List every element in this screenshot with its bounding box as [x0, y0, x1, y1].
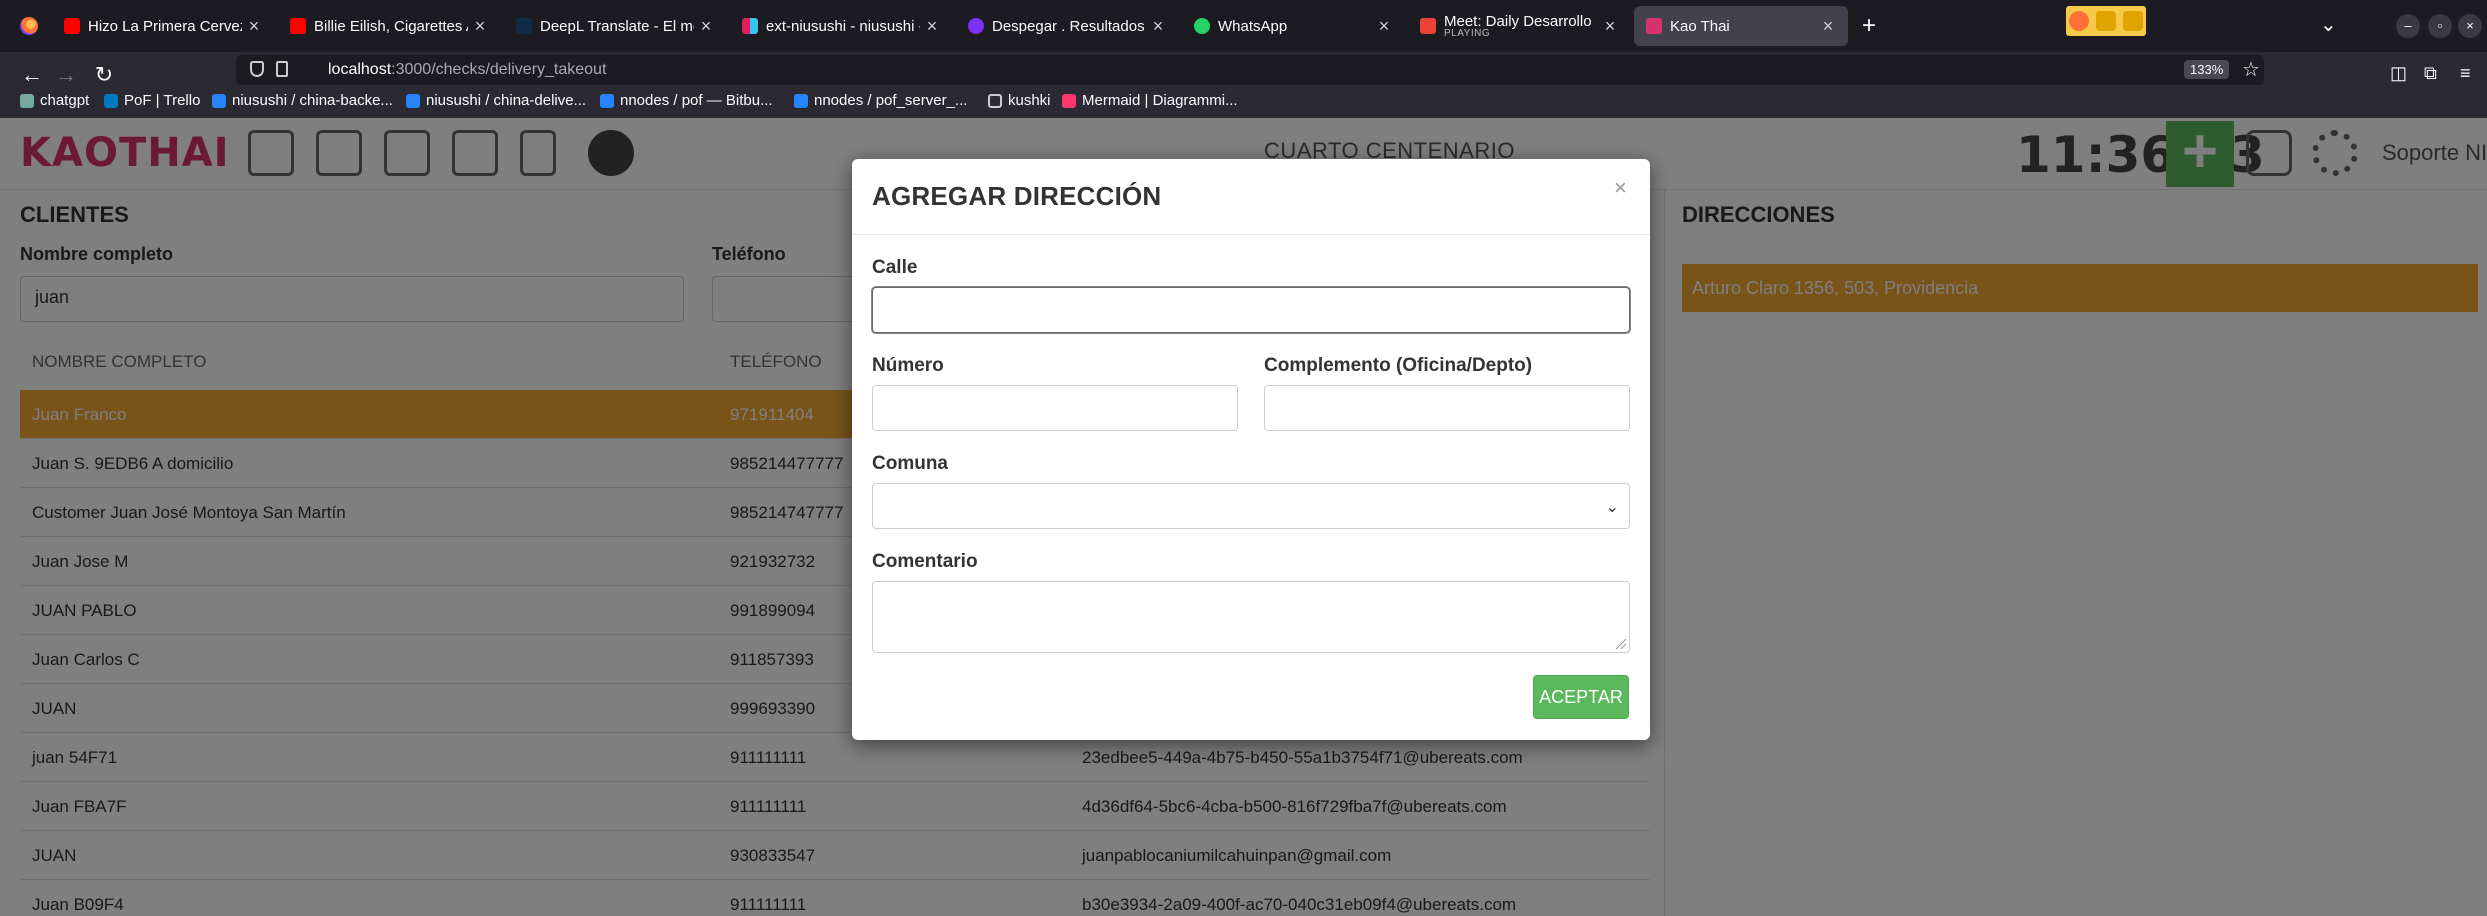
folder-icon	[988, 93, 1002, 108]
tab-despegar[interactable]: Despegar . Resultados de ×	[956, 6, 1178, 46]
bookmark-kushki[interactable]: kushki	[988, 92, 1051, 109]
bookmark-niusushi-delivery[interactable]: niusushi / china-delive...	[406, 92, 586, 109]
kaothai-icon	[1646, 18, 1662, 34]
meet-icon	[1420, 18, 1436, 34]
tab-slack[interactable]: ext-niusushi - niusushi - Sl ×	[730, 6, 952, 46]
url-path: :3000/checks/delivery_takeout	[391, 61, 607, 78]
close-icon[interactable]: ×	[1614, 175, 1627, 201]
tab-deepl[interactable]: DeepL Translate - El mejo ×	[504, 6, 726, 46]
number-label: Número	[872, 355, 944, 376]
complement-input[interactable]	[1264, 385, 1630, 431]
bitbucket-icon	[212, 93, 226, 108]
url-text[interactable]: localhost:3000/checks/delivery_takeout	[328, 61, 606, 79]
mermaid-icon	[1062, 93, 1076, 108]
chevron-down-icon: ⌄	[1605, 499, 1619, 516]
screen-share-icon[interactable]	[2122, 11, 2143, 31]
bookmark-mermaid[interactable]: Mermaid | Diagrammi...	[1062, 92, 1238, 109]
modal-header: AGREGAR DIRECCIÓN ×	[852, 159, 1650, 235]
browser-tab-bar: Hizo La Primera Cerveza C × Billie Eilis…	[0, 0, 2487, 52]
extensions-tray	[2066, 6, 2146, 36]
close-tab-icon[interactable]: ×	[1372, 16, 1396, 37]
bookmark-niusushi-backend[interactable]: niusushi / china-backe...	[212, 92, 393, 109]
hamburger-menu-icon[interactable]: ≡	[2460, 63, 2471, 84]
new-tab-button[interactable]: +	[1862, 12, 1876, 40]
url-host: localhost	[328, 61, 392, 78]
chatgpt-icon	[20, 93, 34, 108]
slack-icon	[742, 18, 758, 34]
shield-icon[interactable]	[250, 61, 264, 77]
tab-kao-thai[interactable]: Kao Thai ×	[1634, 6, 1848, 46]
tab-whatsapp[interactable]: WhatsApp ×	[1182, 6, 1404, 46]
whatsapp-icon	[1194, 18, 1210, 34]
close-tab-icon[interactable]: ×	[242, 16, 266, 37]
close-tab-icon[interactable]: ×	[1146, 16, 1170, 37]
microphone-icon[interactable]	[2095, 11, 2116, 31]
minimize-window-button[interactable]: –	[2396, 14, 2420, 38]
forward-arrow-icon[interactable]: →	[50, 62, 82, 88]
zoom-level-badge[interactable]: 133%	[2184, 60, 2230, 79]
comment-label: Comentario	[872, 551, 978, 572]
close-tab-icon[interactable]: ×	[920, 16, 944, 37]
bitbucket-icon	[794, 93, 808, 108]
youtube-icon	[64, 18, 80, 34]
list-all-tabs-chevron-icon[interactable]: ⌄	[2320, 12, 2337, 37]
reload-icon[interactable]: ↻	[88, 62, 120, 88]
close-tab-icon[interactable]: ×	[468, 16, 492, 37]
pocket-icon[interactable]: ◫	[2390, 63, 2407, 84]
commune-label: Comuna	[872, 453, 948, 474]
complement-label: Complemento (Oficina/Depto)	[1264, 355, 1533, 376]
bitbucket-icon	[406, 93, 420, 108]
bookmark-nnodes-pof-server[interactable]: nnodes / pof_server_...	[794, 92, 967, 109]
bookmarks-toolbar: chatgpt PoF | Trello niusushi / china-ba…	[0, 88, 2487, 118]
close-tab-icon[interactable]: ×	[1598, 16, 1622, 37]
trello-icon	[104, 93, 118, 108]
accept-button[interactable]: ACEPTAR	[1533, 675, 1629, 719]
bookmark-trello[interactable]: PoF | Trello	[104, 92, 200, 109]
resize-handle-icon[interactable]	[1616, 639, 1626, 649]
close-tab-icon[interactable]: ×	[694, 16, 718, 37]
tab-youtube-billie[interactable]: Billie Eilish, Cigarettes Af ×	[278, 6, 500, 46]
add-address-modal: AGREGAR DIRECCIÓN × Calle Número Complem…	[852, 159, 1650, 740]
street-label: Calle	[872, 257, 918, 278]
bitbucket-icon	[600, 93, 614, 108]
bookmark-chatgpt[interactable]: chatgpt	[20, 92, 89, 109]
despegar-icon	[968, 18, 984, 34]
firefox-extension-icon[interactable]	[2069, 11, 2090, 31]
back-arrow-icon[interactable]: ←	[16, 62, 48, 88]
tab-meet[interactable]: Meet: Daily Desarrollo PLAYING ×	[1408, 6, 1630, 46]
commune-select[interactable]: ⌄	[872, 483, 1630, 529]
street-input[interactable]	[872, 287, 1630, 333]
number-input[interactable]	[872, 385, 1238, 431]
firefox-menu-icon[interactable]	[20, 17, 38, 35]
close-tab-icon[interactable]: ×	[1816, 16, 1840, 37]
tab-youtube-cerveza[interactable]: Hizo La Primera Cerveza C ×	[52, 6, 274, 46]
restore-window-button[interactable]: ▫	[2428, 14, 2452, 38]
extensions-puzzle-icon[interactable]: ⧉	[2424, 63, 2437, 84]
deepl-icon	[516, 18, 532, 34]
comment-textarea[interactable]	[872, 581, 1630, 653]
youtube-icon	[290, 18, 306, 34]
bookmark-nnodes-pof[interactable]: nnodes / pof — Bitbu...	[600, 92, 773, 109]
bookmark-star-icon[interactable]: ☆	[2242, 57, 2260, 82]
close-window-button[interactable]: ×	[2458, 14, 2482, 38]
page-info-icon[interactable]	[276, 61, 288, 77]
modal-title: AGREGAR DIRECCIÓN	[872, 181, 1162, 211]
url-bar[interactable]: localhost:3000/checks/delivery_takeout 1…	[236, 55, 2264, 85]
